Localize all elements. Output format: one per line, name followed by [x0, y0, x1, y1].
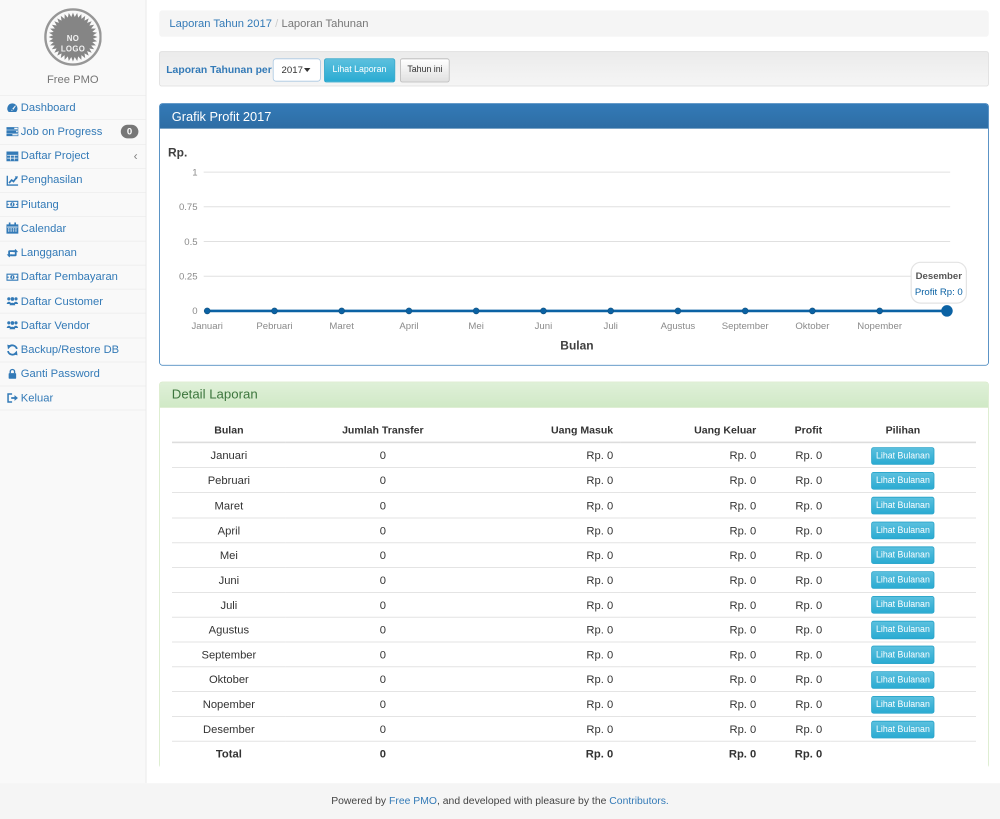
svg-text:Bulan: Bulan [560, 339, 593, 353]
svg-text:NO: NO [67, 34, 79, 43]
svg-text:Oktober: Oktober [795, 321, 830, 332]
svg-text:Juni: Juni [534, 321, 552, 332]
svg-text:Agustus: Agustus [660, 321, 695, 332]
svg-text:0: 0 [192, 306, 197, 317]
svg-text:0.25: 0.25 [179, 272, 198, 283]
svg-text:LOGO: LOGO [61, 45, 85, 54]
svg-text:Pebruari: Pebruari [256, 321, 292, 332]
svg-text:Rp.: Rp. [168, 145, 187, 159]
svg-text:Juli: Juli [603, 321, 617, 332]
svg-text:Mei: Mei [468, 321, 483, 332]
svg-text:0.5: 0.5 [184, 237, 197, 248]
svg-text:Profit Rp: 0: Profit Rp: 0 [915, 287, 963, 298]
svg-text:Desember: Desember [915, 271, 962, 282]
svg-text:Nopember: Nopember [857, 321, 903, 332]
svg-text:Maret: Maret [329, 321, 354, 332]
svg-text:September: September [722, 321, 770, 332]
svg-text:0.75: 0.75 [179, 202, 198, 213]
svg-text:1: 1 [192, 168, 197, 179]
svg-text:April: April [399, 321, 418, 332]
svg-text:Januari: Januari [191, 321, 222, 332]
